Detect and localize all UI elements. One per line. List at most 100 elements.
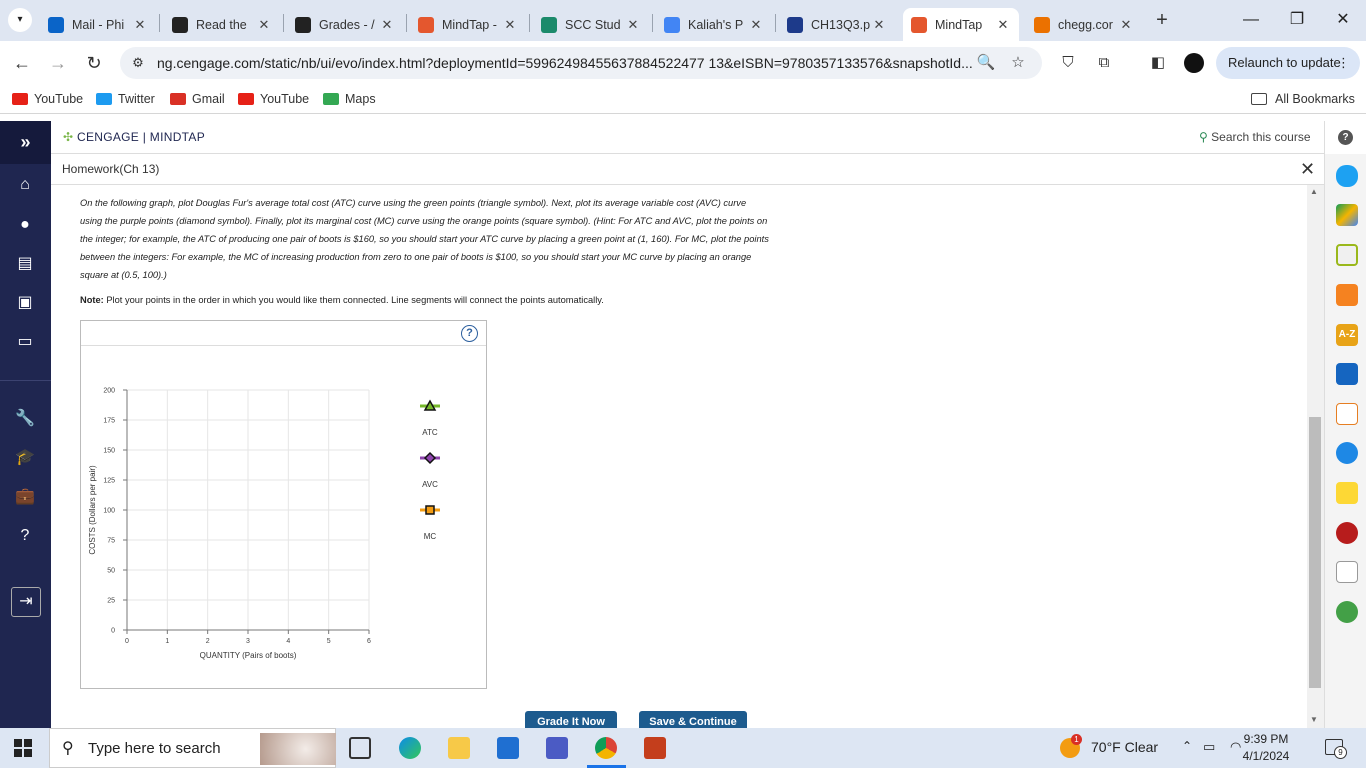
- folder-icon: [1251, 93, 1267, 105]
- scroll-thumb[interactable]: [1309, 417, 1321, 688]
- graph-help-button[interactable]: ?: [461, 325, 478, 342]
- reload-button[interactable]: ↻: [82, 51, 106, 75]
- notifications-icon[interactable]: 9: [1325, 739, 1347, 759]
- help-icon[interactable]: ?: [13, 524, 37, 548]
- close-tab-icon[interactable]: ✕: [379, 17, 395, 33]
- book-app-icon[interactable]: [1336, 363, 1358, 385]
- scroll-down-arrow[interactable]: ▼: [1310, 715, 1318, 724]
- bookmark-item[interactable]: YouTube: [12, 92, 83, 106]
- browser-tab[interactable]: MindTap - ✕: [410, 8, 526, 41]
- x-tick-label: 6: [367, 638, 371, 645]
- legend-mc-tool[interactable]: MC: [420, 505, 440, 541]
- rss-icon[interactable]: [1336, 284, 1358, 306]
- browser-tab[interactable]: Grades - / ✕: [287, 8, 403, 41]
- cengage-mindtap-logo: ✣ CENGAGE | MINDTAP: [63, 130, 205, 144]
- pdf-icon[interactable]: [1336, 522, 1358, 544]
- circle-app-icon[interactable]: [1336, 601, 1358, 623]
- document-icon[interactable]: ▤: [13, 252, 37, 276]
- chevron-up-icon[interactable]: ⌃: [1182, 739, 1192, 753]
- close-tab-icon[interactable]: ✕: [1118, 17, 1134, 33]
- close-window-button[interactable]: ✕: [1328, 9, 1358, 31]
- bongo-icon[interactable]: [1336, 442, 1358, 464]
- new-tab-button[interactable]: +: [1150, 8, 1174, 32]
- home-icon[interactable]: ⌂: [13, 173, 37, 197]
- powerpoint-icon[interactable]: [644, 737, 666, 759]
- dictionary-icon[interactable]: A-Z: [1336, 324, 1358, 346]
- briefcase-icon[interactable]: 💼: [13, 485, 37, 509]
- taskbar-search[interactable]: ⚲ Type here to search: [49, 728, 336, 768]
- close-tab-icon[interactable]: ✕: [502, 17, 518, 33]
- task-view-icon[interactable]: [349, 737, 371, 759]
- content-scrollbar[interactable]: ▲ ▼: [1307, 185, 1324, 728]
- close-tab-icon[interactable]: ✕: [748, 17, 764, 33]
- cost-chart[interactable]: 0 25 50 75 100 125 150 175 200 0 1 2 3 4 5 6 QUANTITY (P…: [81, 346, 486, 689]
- clock[interactable]: 9:39 PM 4/1/2024: [1222, 731, 1310, 765]
- restore-button[interactable]: ❐: [1282, 9, 1312, 31]
- google-drive-icon[interactable]: [1336, 204, 1358, 226]
- minimize-button[interactable]: —: [1236, 9, 1266, 31]
- browser-tab[interactable]: Mail - Phi ✕: [40, 8, 156, 41]
- save-continue-button[interactable]: Save & Continue: [639, 711, 747, 728]
- battery-icon[interactable]: ▭: [1203, 739, 1215, 755]
- file-explorer-icon[interactable]: [448, 737, 470, 759]
- legend-atc-tool[interactable]: ATC: [420, 399, 440, 437]
- card-icon[interactable]: ▭: [13, 330, 37, 354]
- browser-tab[interactable]: chegg.cor ✕: [1026, 8, 1142, 41]
- legend-avc-tool[interactable]: AVC: [420, 451, 440, 489]
- close-tab-icon[interactable]: ✕: [256, 17, 272, 33]
- zoom-icon[interactable]: 🔍: [974, 51, 998, 75]
- weather-icon[interactable]: 1: [1060, 734, 1082, 758]
- help-circle-icon[interactable]: ?: [1338, 130, 1353, 145]
- shield-extension-icon[interactable]: ⛉: [1056, 51, 1080, 75]
- sign-out-icon[interactable]: ⇥: [11, 587, 41, 617]
- graduation-cap-icon[interactable]: 🎓: [13, 446, 37, 470]
- mail-icon[interactable]: [497, 737, 519, 759]
- browser-tab[interactable]: Read the ✕: [164, 8, 280, 41]
- close-tab-icon[interactable]: ✕: [132, 17, 148, 33]
- edge-icon[interactable]: [399, 737, 421, 759]
- profile-avatar[interactable]: [1182, 51, 1206, 75]
- side-panel-icon[interactable]: ◧: [1146, 51, 1170, 75]
- tab-search-button[interactable]: ▾: [8, 8, 32, 32]
- books-icon[interactable]: ▣: [13, 291, 37, 315]
- forward-button[interactable]: →: [46, 51, 70, 75]
- browser-tab[interactable]: SCC Stud ✕: [533, 8, 649, 41]
- browser-tab[interactable]: CH13Q3.p ✕: [779, 8, 895, 41]
- close-tab-icon[interactable]: ✕: [995, 17, 1011, 33]
- browser-tab[interactable]: MindTap ✕: [903, 8, 1019, 41]
- bookmark-item[interactable]: Gmail: [170, 92, 225, 106]
- windows-start-icon[interactable]: [14, 739, 32, 757]
- address-bar[interactable]: ⚙ ng.cengage.com/static/nb/ui/evo/index.…: [120, 47, 1042, 79]
- bookmark-star-icon[interactable]: ☆: [1006, 51, 1030, 75]
- course-search[interactable]: ⚲ Search this course: [1199, 130, 1311, 144]
- relaunch-button[interactable]: Relaunch to update ⋮: [1216, 47, 1360, 79]
- flashcards-icon[interactable]: [1336, 561, 1358, 583]
- chrome-icon[interactable]: [595, 737, 617, 759]
- wrench-icon[interactable]: 🔧: [13, 407, 37, 431]
- bookmark-item[interactable]: YouTube: [238, 92, 309, 106]
- cloud-app-icon[interactable]: [1336, 165, 1358, 187]
- weather-text[interactable]: 70°F Clear: [1091, 739, 1158, 755]
- account-icon[interactable]: ●: [13, 213, 37, 237]
- bookmark-label: Maps: [345, 92, 376, 106]
- scroll-up-arrow[interactable]: ▲: [1310, 187, 1318, 196]
- site-info-icon[interactable]: ⚙: [126, 51, 150, 75]
- browser-tab[interactable]: Kaliah's P ✕: [656, 8, 772, 41]
- bookmark-item[interactable]: Twitter: [96, 92, 155, 106]
- extensions-puzzle-icon[interactable]: ⧉: [1092, 51, 1116, 75]
- notes-icon[interactable]: [1336, 482, 1358, 504]
- grade-it-now-button[interactable]: Grade It Now: [525, 711, 617, 728]
- graph-tool[interactable]: ? 0 25 50 75 100 125 150 175 200 0 1 2 3 4 5 6 QUANTITY …: [80, 320, 487, 689]
- expand-nav-button[interactable]: »: [0, 121, 51, 164]
- all-bookmarks-button[interactable]: All Bookmarks: [1251, 92, 1355, 106]
- tab-title: Kaliah's P: [688, 17, 744, 32]
- close-assignment-button[interactable]: ✕: [1300, 159, 1315, 180]
- pencil-app-icon[interactable]: [1336, 244, 1358, 266]
- bookmarks-bar: YouTube Twitter Gmail YouTube Maps All Bookm…: [0, 85, 1366, 114]
- store-icon[interactable]: [546, 737, 568, 759]
- readspeaker-icon[interactable]: [1336, 403, 1358, 425]
- close-tab-icon[interactable]: ✕: [871, 17, 887, 33]
- bookmark-item[interactable]: Maps: [323, 92, 376, 106]
- back-button[interactable]: ←: [10, 51, 34, 75]
- close-tab-icon[interactable]: ✕: [625, 17, 641, 33]
